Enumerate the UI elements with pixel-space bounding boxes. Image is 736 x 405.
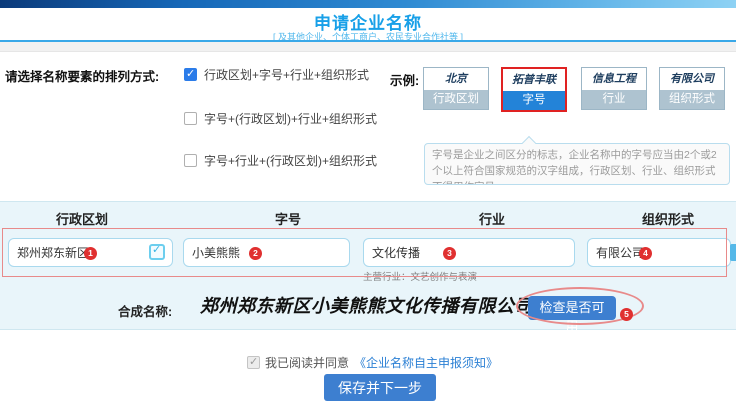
example-type: 字号 (503, 91, 565, 110)
header-gray-strip (0, 42, 736, 52)
dropdown-icon-clipped[interactable] (730, 244, 736, 261)
checkbox-unchecked-icon[interactable] (184, 112, 197, 125)
annotation-badge-3: 3 (443, 247, 456, 260)
agreement-row: 我已阅读并同意 《企业名称自主申报须知》 (247, 354, 498, 371)
example-label: 示例: (390, 70, 419, 89)
example-box-trade-name: 拓普丰联 字号 (501, 67, 567, 112)
example-box-org-form: 有限公司 组织形式 (659, 67, 725, 110)
agreement-checkbox[interactable] (247, 356, 260, 369)
example-name: 拓普丰联 (503, 69, 565, 91)
example-type: 行政区划 (424, 90, 488, 109)
composed-name-label: 合成名称: (118, 301, 172, 320)
top-gradient-bar (0, 0, 736, 8)
arrangement-label: 请选择名称要素的排列方式: (5, 66, 159, 85)
industry-input[interactable] (363, 238, 575, 267)
column-header-industry: 行业 (432, 209, 552, 228)
example-name: 信息工程 (582, 68, 646, 90)
trade-name-tooltip: 字号是企业之间区分的标志，企业名称中的字号应当由2个或2个以上符合国家规范的汉字… (424, 143, 730, 185)
org-form-input[interactable] (587, 238, 731, 267)
checkbox-unchecked-icon[interactable] (184, 154, 197, 167)
example-type: 组织形式 (660, 90, 724, 109)
arrangement-option-2[interactable]: 字号+(行政区划)+行业+组织形式 (184, 110, 377, 127)
column-header-org-form: 组织形式 (608, 209, 728, 228)
arrangement-option-label: 行政区划+字号+行业+组织形式 (204, 66, 369, 83)
enterprise-name-application-page: 申请企业名称 [ 及其他企业、个体工商户、农民专业合作社等 ] 请选择名称要素的… (0, 0, 736, 405)
arrangement-option-label: 字号+(行政区划)+行业+组织形式 (204, 110, 377, 127)
example-box-industry: 信息工程 行业 (581, 67, 647, 110)
example-box-admin-division: 北京 行政区划 (423, 67, 489, 110)
save-next-button[interactable]: 保存并下一步 (324, 374, 436, 401)
declaration-notice-link[interactable]: 《企业名称自主申报须知》 (354, 354, 498, 371)
annotation-badge-5: 5 (620, 308, 633, 321)
example-name: 有限公司 (660, 68, 724, 90)
region-picker-icon[interactable] (149, 244, 165, 260)
example-type: 行业 (582, 90, 646, 109)
annotation-badge-2: 2 (249, 247, 262, 260)
main-industry-note: 主营行业：文艺创作与表演 (363, 269, 477, 283)
column-header-trade-name: 字号 (228, 209, 348, 228)
example-name: 北京 (424, 68, 488, 90)
arrangement-option-1[interactable]: 行政区划+字号+行业+组织形式 (184, 66, 369, 83)
arrangement-option-label: 字号+行业+(行政区划)+组织形式 (204, 152, 377, 169)
arrangement-option-3[interactable]: 字号+行业+(行政区划)+组织形式 (184, 152, 377, 169)
trade-name-input[interactable] (183, 238, 350, 267)
composed-name-value: 郑州郑东新区小美熊熊文化传播有限公司 (200, 292, 530, 318)
column-header-admin-division: 行政区划 (22, 209, 142, 228)
tooltip-text: 字号是企业之间区分的标志，企业名称中的字号应当由2个或2个以上符合国家规范的汉字… (425, 144, 729, 185)
annotation-badge-4: 4 (639, 247, 652, 260)
agreement-text: 我已阅读并同意 (265, 354, 349, 371)
check-availability-button[interactable]: 检查是否可用 (528, 296, 616, 320)
checkbox-checked-icon[interactable] (184, 68, 197, 81)
annotation-badge-1: 1 (84, 247, 97, 260)
